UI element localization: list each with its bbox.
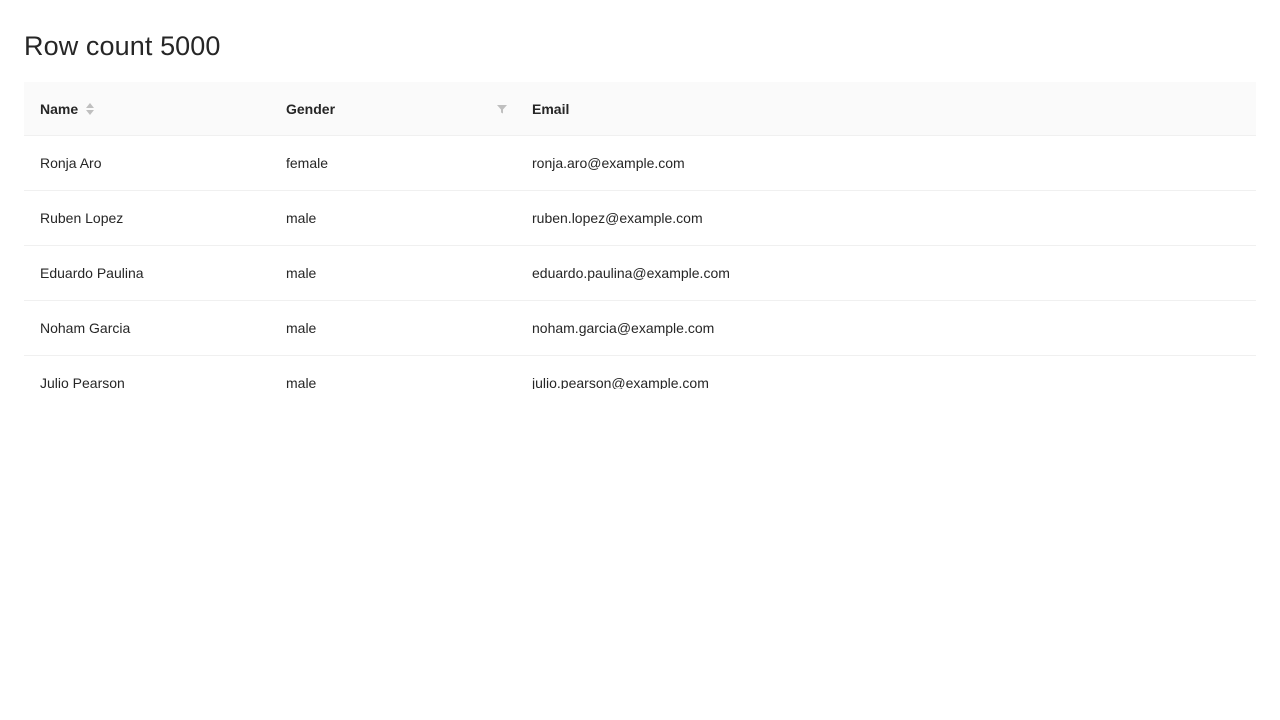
cell-name: Ruben Lopez: [40, 210, 124, 226]
table-row[interactable]: Noham Garcia male noham.garcia@example.c…: [24, 301, 1256, 356]
cell-email: eduardo.paulina@example.com: [532, 265, 730, 281]
cell-name: Noham Garcia: [40, 320, 131, 336]
cell-name: Julio Pearson: [40, 375, 125, 389]
column-header-name[interactable]: Name: [24, 82, 270, 135]
cell-gender: male: [286, 265, 317, 281]
cell-email: ruben.lopez@example.com: [532, 210, 703, 226]
column-header-gender: Gender: [270, 82, 516, 135]
cell-gender: male: [286, 210, 317, 226]
table-header-row: Name Gender Email: [24, 82, 1256, 136]
sort-icon[interactable]: [86, 102, 95, 115]
sort-ascending-icon: [86, 102, 95, 108]
column-header-label: Email: [532, 100, 570, 117]
sort-descending-icon: [86, 109, 95, 115]
filter-icon[interactable]: [496, 103, 508, 115]
cell-gender: male: [286, 375, 317, 389]
page: Row count 5000 Name Gender Email Ronja A…: [0, 0, 1280, 720]
cell-name: Eduardo Paulina: [40, 265, 144, 281]
column-header-label: Name: [40, 100, 79, 117]
cell-email: julio.pearson@example.com: [532, 375, 709, 389]
table-row[interactable]: Eduardo Paulina male eduardo.paulina@exa…: [24, 246, 1256, 301]
data-table[interactable]: Name Gender Email Ronja Aro female ronja…: [24, 82, 1256, 389]
table-row[interactable]: Ruben Lopez male ruben.lopez@example.com: [24, 191, 1256, 246]
cell-email: ronja.aro@example.com: [532, 155, 685, 171]
cell-gender: female: [286, 155, 329, 171]
cell-name: Ronja Aro: [40, 155, 102, 171]
column-header-label: Gender: [286, 100, 336, 117]
column-header-email: Email: [516, 82, 1256, 135]
page-title: Row count 5000: [24, 31, 221, 61]
table-row[interactable]: Ronja Aro female ronja.aro@example.com: [24, 136, 1256, 191]
cell-gender: male: [286, 320, 317, 336]
table-row[interactable]: Julio Pearson male julio.pearson@example…: [24, 356, 1256, 389]
cell-email: noham.garcia@example.com: [532, 320, 715, 336]
